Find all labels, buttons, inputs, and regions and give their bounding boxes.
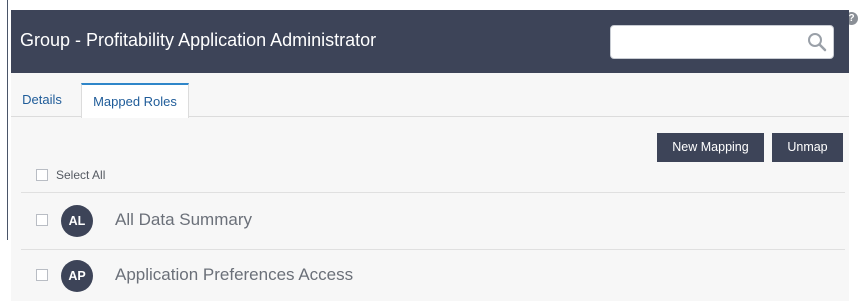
avatar: AL [61,205,93,237]
select-all-checkbox[interactable] [36,169,48,181]
search-input[interactable] [617,31,801,55]
role-name[interactable]: All Data Summary [115,209,252,231]
select-all-label: Select All [56,168,106,182]
list-item: AP Application Preferences Access [11,248,849,301]
role-checkbox[interactable] [36,269,48,281]
tab-details[interactable]: Details [13,85,71,117]
search-box[interactable] [610,25,834,59]
unmap-button[interactable]: Unmap [772,133,843,162]
role-name[interactable]: Application Preferences Access [115,264,353,286]
select-all-row: Select All [11,163,849,193]
page-title: Group - Profitability Application Admini… [20,30,377,50]
tab-mapped-roles[interactable]: Mapped Roles [81,83,189,118]
list-item: AL All Data Summary [11,193,849,248]
window: ? Group - Profitability Application Admi… [0,0,864,301]
dialog-header: Group - Profitability Application Admini… [11,10,849,73]
role-checkbox[interactable] [36,214,48,226]
new-mapping-button[interactable]: New Mapping [657,133,764,162]
content-panel: Details Mapped Roles New Mapping Unmap S… [11,73,849,301]
avatar: AP [61,260,93,292]
left-edge-divider [0,0,9,301]
tab-bar: Details Mapped Roles [11,73,849,118]
search-icon[interactable] [807,32,827,52]
